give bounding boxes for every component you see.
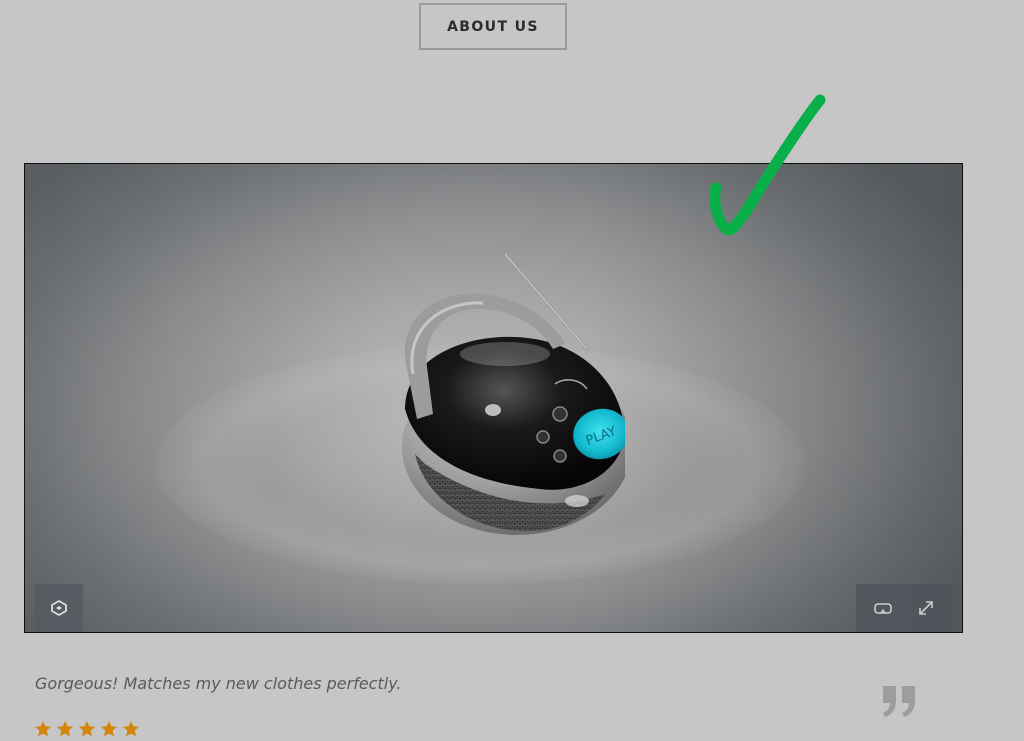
review-text: Gorgeous! Matches my new clothes perfect… [35,674,402,693]
fullscreen-icon[interactable] [910,592,942,624]
star-icon [122,720,140,737]
star-icon [34,720,52,737]
star-icon [56,720,74,737]
3d-model-viewer[interactable]: PLAY [24,163,963,633]
viewer-controls [856,584,953,632]
star-icon [100,720,118,737]
page: ABOUT US PLAY Gorgeous! Matches my new c… [0,0,1024,741]
boombox-model[interactable]: PLAY [365,249,625,539]
closing-quote-icon [883,686,915,717]
star-icon [78,720,96,737]
ar-view-button[interactable] [35,584,83,632]
vr-headset-icon[interactable] [867,592,899,624]
about-us-button[interactable]: ABOUT US [419,3,567,50]
ar-cube-icon [43,592,75,624]
star-rating [34,720,140,738]
